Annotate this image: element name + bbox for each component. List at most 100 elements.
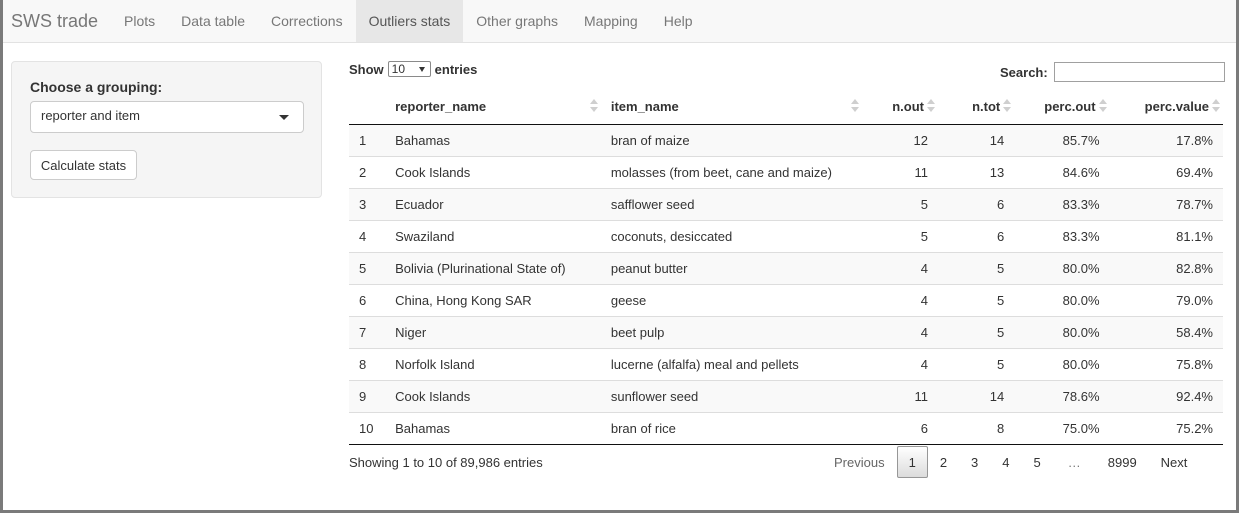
- cell-perc-out: 80.0%: [1014, 283, 1110, 316]
- cell-n-out: 11: [861, 155, 938, 188]
- entries-label: entries: [434, 61, 478, 77]
- page-button-3[interactable]: 3: [959, 446, 990, 478]
- cell-perc-out: 78.6%: [1014, 379, 1110, 412]
- table-row[interactable]: 7 Niger beet pulp 4 5 80.0% 58.4%: [349, 315, 1223, 348]
- search-label: Search:: [1000, 64, 1048, 80]
- cell-n-out: 4: [861, 315, 938, 348]
- pagination-ellipsis: …: [1067, 454, 1081, 470]
- tab-help[interactable]: Help: [651, 0, 706, 42]
- column-header-index: [349, 90, 386, 125]
- cell-reporter-name: Bahamas: [385, 411, 601, 445]
- table-row[interactable]: 6 China, Hong Kong SAR geese 4 5 80.0% 7…: [349, 283, 1223, 316]
- cell-n-tot: 6: [937, 187, 1015, 220]
- cell-n-tot: 13: [937, 155, 1015, 188]
- tab-data-table[interactable]: Data table: [168, 0, 258, 42]
- cell-perc-value: 92.4%: [1109, 379, 1223, 412]
- cell-item-name: coconuts, desiccated: [600, 219, 862, 252]
- column-header-item-name[interactable]: item_name: [600, 90, 862, 125]
- cell-index: 3: [349, 187, 386, 220]
- tab-plots[interactable]: Plots: [111, 0, 168, 42]
- table-info: Showing 1 to 10 of 89,986 entries: [349, 455, 543, 470]
- table-row[interactable]: 8 Norfolk Island lucerne (alfalfa) meal …: [349, 347, 1223, 380]
- caret-down-icon: [279, 115, 289, 120]
- sort-both-icon: [1003, 99, 1012, 113]
- column-header-label: n.tot: [972, 99, 1001, 115]
- table-row[interactable]: 4 Swaziland coconuts, desiccated 5 6 83.…: [349, 219, 1223, 252]
- cell-reporter-name: Cook Islands: [385, 379, 601, 412]
- tab-mapping[interactable]: Mapping: [571, 0, 651, 42]
- calculate-stats-button[interactable]: Calculate stats: [30, 150, 137, 180]
- cell-n-out: 11: [861, 379, 938, 412]
- column-header-n-out[interactable]: n.out: [861, 90, 938, 125]
- cell-item-name: sunflower seed: [600, 379, 862, 412]
- column-header-perc-out[interactable]: perc.out: [1014, 90, 1110, 125]
- page-button-2[interactable]: 2: [928, 446, 959, 478]
- cell-n-out: 5: [861, 187, 938, 220]
- sidebar-panel: Choose a grouping: reporter and item Cal…: [11, 61, 322, 198]
- tab-other-graphs[interactable]: Other graphs: [463, 0, 571, 42]
- cell-index: 8: [349, 347, 386, 380]
- cell-index: 9: [349, 379, 386, 412]
- tab-outliers-stats[interactable]: Outliers stats: [355, 0, 464, 42]
- column-header-reporter-name[interactable]: reporter_name: [385, 90, 601, 125]
- next-page-button[interactable]: Next: [1149, 446, 1200, 478]
- entries-select[interactable]: 10: [387, 61, 431, 77]
- sort-both-icon: [926, 99, 935, 113]
- column-header-perc-value[interactable]: perc.value: [1109, 90, 1223, 125]
- table-search: Search:: [1000, 62, 1225, 82]
- column-header-label: perc.value: [1144, 99, 1209, 115]
- previous-page-button[interactable]: Previous: [822, 446, 897, 478]
- caret-down-icon: [418, 67, 425, 72]
- page-button-5[interactable]: 5: [1022, 446, 1053, 478]
- cell-perc-out: 80.0%: [1014, 315, 1110, 348]
- cell-index: 5: [349, 251, 386, 284]
- app-brand[interactable]: SWS trade: [3, 0, 111, 42]
- cell-item-name: molasses (from beet, cane and maize): [600, 155, 862, 188]
- cell-perc-out: 84.6%: [1014, 155, 1110, 188]
- cell-index: 4: [349, 219, 386, 252]
- column-header-label: item_name: [610, 99, 679, 115]
- page-button-4[interactable]: 4: [990, 446, 1021, 478]
- cell-perc-out: 75.0%: [1014, 411, 1110, 445]
- column-header-label: perc.out: [1044, 99, 1096, 115]
- grouping-select-value: reporter and item: [41, 108, 140, 123]
- sort-both-icon: [850, 99, 859, 113]
- table-header-row: reporter_name item_name n.out n.tot perc…: [349, 90, 1223, 125]
- pagination: Previous 1 2 3 4 5 … 8999 Next: [822, 445, 1199, 479]
- cell-n-tot: 14: [937, 379, 1015, 412]
- cell-n-out: 4: [861, 251, 938, 284]
- cell-n-out: 4: [861, 283, 938, 316]
- sort-both-icon: [1212, 99, 1220, 113]
- page-button-last[interactable]: 8999: [1096, 446, 1149, 478]
- cell-item-name: geese: [600, 283, 862, 316]
- tab-corrections[interactable]: Corrections: [258, 0, 356, 42]
- table-row[interactable]: 10 Bahamas bran of rice 6 8 75.0% 75.2%: [349, 411, 1223, 445]
- table-row[interactable]: 5 Bolivia (Plurinational State of) peanu…: [349, 251, 1223, 284]
- cell-n-tot: 5: [937, 251, 1015, 284]
- cell-perc-value: 75.2%: [1109, 411, 1223, 445]
- cell-n-tot: 5: [937, 283, 1015, 316]
- cell-perc-out: 80.0%: [1014, 347, 1110, 380]
- search-input[interactable]: [1053, 62, 1225, 82]
- cell-perc-value: 82.8%: [1109, 251, 1223, 284]
- column-header-n-tot[interactable]: n.tot: [937, 90, 1015, 125]
- table-row[interactable]: 1 Bahamas bran of maize 12 14 85.7% 17.8…: [349, 124, 1223, 156]
- sort-both-icon: [1098, 99, 1107, 113]
- cell-perc-out: 85.7%: [1014, 124, 1110, 156]
- cell-perc-value: 17.8%: [1109, 124, 1223, 156]
- cell-reporter-name: Ecuador: [385, 187, 601, 220]
- table-row[interactable]: 2 Cook Islands molasses (from beet, cane…: [349, 155, 1223, 188]
- table-row[interactable]: 3 Ecuador safflower seed 5 6 83.3% 78.7%: [349, 187, 1223, 220]
- cell-reporter-name: Norfolk Island: [385, 347, 601, 380]
- cell-perc-value: 58.4%: [1109, 315, 1223, 348]
- cell-n-out: 12: [861, 124, 938, 156]
- table-row[interactable]: 9 Cook Islands sunflower seed 11 14 78.6…: [349, 379, 1223, 412]
- sort-both-icon: [589, 99, 598, 113]
- page-button-1[interactable]: 1: [896, 446, 928, 478]
- cell-reporter-name: Cook Islands: [385, 155, 601, 188]
- navbar: SWS trade Plots Data table Corrections O…: [3, 0, 1236, 43]
- cell-reporter-name: China, Hong Kong SAR: [385, 283, 601, 316]
- cell-n-tot: 8: [937, 411, 1015, 445]
- grouping-select[interactable]: reporter and item: [30, 101, 304, 133]
- cell-item-name: bran of maize: [600, 124, 862, 156]
